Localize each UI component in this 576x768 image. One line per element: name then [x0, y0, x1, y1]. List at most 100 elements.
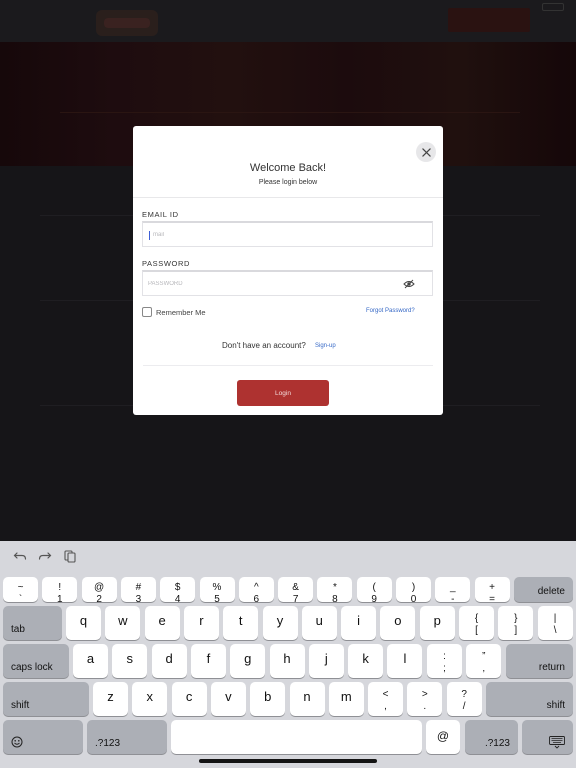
return-key[interactable]: return	[506, 644, 573, 678]
letter-key-p[interactable]: p	[419, 606, 455, 640]
letter-key-a[interactable]: a	[73, 644, 108, 678]
password-field[interactable]	[142, 270, 433, 296]
letter-key-f[interactable]: f	[190, 644, 226, 678]
letter-key-e[interactable]: e	[144, 606, 180, 640]
letter-key-n[interactable]: n	[289, 682, 325, 716]
letter-key-s[interactable]: s	[112, 644, 148, 678]
letter-key-i[interactable]: i	[341, 606, 377, 640]
key-letter: c	[185, 689, 193, 704]
letter-key-l[interactable]: l	[387, 644, 423, 678]
number-row-key[interactable]: (9	[356, 577, 392, 605]
key-base-symbol: 1	[57, 594, 63, 605]
number-row-key[interactable]: @2	[81, 577, 117, 605]
delete-key[interactable]: delete	[514, 577, 573, 602]
key-letter: i	[357, 613, 361, 628]
letter-key-u[interactable]: u	[301, 606, 337, 640]
letter-key-b[interactable]: b	[250, 682, 286, 716]
letter-key-k[interactable]: k	[348, 644, 384, 678]
number-row-key[interactable]: ~ `	[3, 577, 38, 605]
letter-key-r[interactable]: r	[183, 606, 219, 640]
eye-slash-icon[interactable]	[403, 279, 415, 289]
symbol-key[interactable]: {[	[459, 606, 494, 640]
key-shift-symbol: ~	[17, 582, 24, 593]
key-shift-symbol: ?	[461, 689, 467, 700]
number-row-key[interactable]: $4	[160, 577, 196, 605]
letter-key-h[interactable]: h	[269, 644, 305, 678]
signup-link[interactable]: Sign-up	[315, 343, 336, 349]
key-base-symbol: /	[462, 701, 466, 712]
number-row-key[interactable]: ! 1	[42, 577, 78, 605]
key-letter: z	[107, 689, 114, 704]
number-row-key[interactable]: ^ 6	[238, 577, 274, 605]
number-row-key[interactable]: % 5	[199, 577, 235, 605]
hide-keyboard-key[interactable]	[522, 720, 573, 754]
paste-icon[interactable]	[63, 549, 77, 563]
symbol-key[interactable]: ? /	[446, 682, 482, 716]
symbol-key[interactable]: :;	[427, 644, 462, 678]
key-base-symbol: ;	[443, 663, 446, 674]
emoji-key[interactable]	[3, 720, 83, 754]
key-letter: f	[206, 651, 211, 666]
at-key[interactable]: @	[426, 720, 460, 754]
shift-key-right[interactable]: shift	[486, 682, 573, 716]
letter-key-q[interactable]: q	[66, 606, 101, 640]
letter-key-t[interactable]: t	[223, 606, 259, 640]
letter-key-x[interactable]: x	[132, 682, 168, 716]
number-row-key[interactable]: + =	[474, 577, 510, 605]
close-button[interactable]	[416, 142, 436, 162]
letter-key-j[interactable]: j	[308, 644, 344, 678]
redo-icon[interactable]	[38, 549, 52, 563]
numbers-key-right[interactable]: .?123	[465, 720, 518, 754]
login-button[interactable]: Login	[237, 380, 329, 406]
symbol-key[interactable]: <,	[368, 682, 403, 716]
symbol-key[interactable]: >.	[407, 682, 443, 716]
letter-key-w[interactable]: w	[105, 606, 141, 640]
key-base-symbol: -	[451, 594, 455, 605]
key-shift-symbol: %	[212, 582, 222, 593]
key-letter: y	[276, 613, 284, 628]
key-letter: h	[283, 651, 291, 666]
letter-key-v[interactable]: v	[210, 682, 246, 716]
letter-key-y[interactable]: y	[262, 606, 298, 640]
caps-lock-key[interactable]: caps lock	[3, 644, 69, 678]
key-shift-symbol: ^	[253, 582, 259, 593]
letter-key-c[interactable]: c	[171, 682, 207, 716]
letter-key-g[interactable]: g	[230, 644, 266, 678]
key-shift-symbol: *	[332, 582, 337, 593]
numbers-key-left[interactable]: .?123	[87, 720, 167, 754]
remember-me-checkbox[interactable]	[142, 307, 152, 317]
tab-key[interactable]: tab	[3, 606, 62, 640]
shift-key-left[interactable]: shift	[3, 682, 89, 716]
key-base-symbol: 7	[292, 594, 299, 605]
number-row-key[interactable]: _ -	[435, 577, 471, 605]
key-letter: u	[315, 613, 323, 628]
key-shift-symbol: }	[514, 613, 518, 624]
key-shift-symbol: @	[94, 582, 105, 593]
letter-key-d[interactable]: d	[151, 644, 187, 678]
email-input[interactable]	[153, 227, 413, 243]
letter-key-z[interactable]: z	[93, 682, 128, 716]
remember-me[interactable]: Remember Me	[142, 307, 206, 317]
number-row-key[interactable]: #3	[120, 577, 156, 605]
key-base-symbol: 4	[174, 594, 181, 605]
password-label: PASSWORD	[142, 259, 190, 268]
key-base-symbol: \	[553, 625, 557, 636]
letter-key-o[interactable]: o	[380, 606, 416, 640]
key-base-symbol: 9	[371, 594, 377, 605]
home-indicator[interactable]	[199, 759, 377, 763]
undo-icon[interactable]	[13, 549, 27, 563]
number-row-key[interactable]: ) 0	[396, 577, 431, 605]
forgot-password-link[interactable]: Forgot Password?	[366, 308, 415, 314]
password-input[interactable]	[148, 276, 408, 292]
letter-key-m[interactable]: m	[328, 682, 364, 716]
symbol-key[interactable]: ” ‚	[466, 644, 502, 678]
key-letter: t	[238, 613, 243, 628]
space-key[interactable]	[171, 720, 422, 754]
login-modal: Welcome Back! Please login below EMAIL I…	[133, 126, 443, 415]
modal-divider	[143, 365, 433, 366]
number-row-key[interactable]: & 7	[278, 577, 314, 605]
number-row-key[interactable]: * 8	[317, 577, 353, 605]
symbol-key[interactable]: }]	[498, 606, 534, 640]
symbol-key[interactable]: | \	[537, 606, 573, 640]
email-field[interactable]	[142, 221, 433, 247]
